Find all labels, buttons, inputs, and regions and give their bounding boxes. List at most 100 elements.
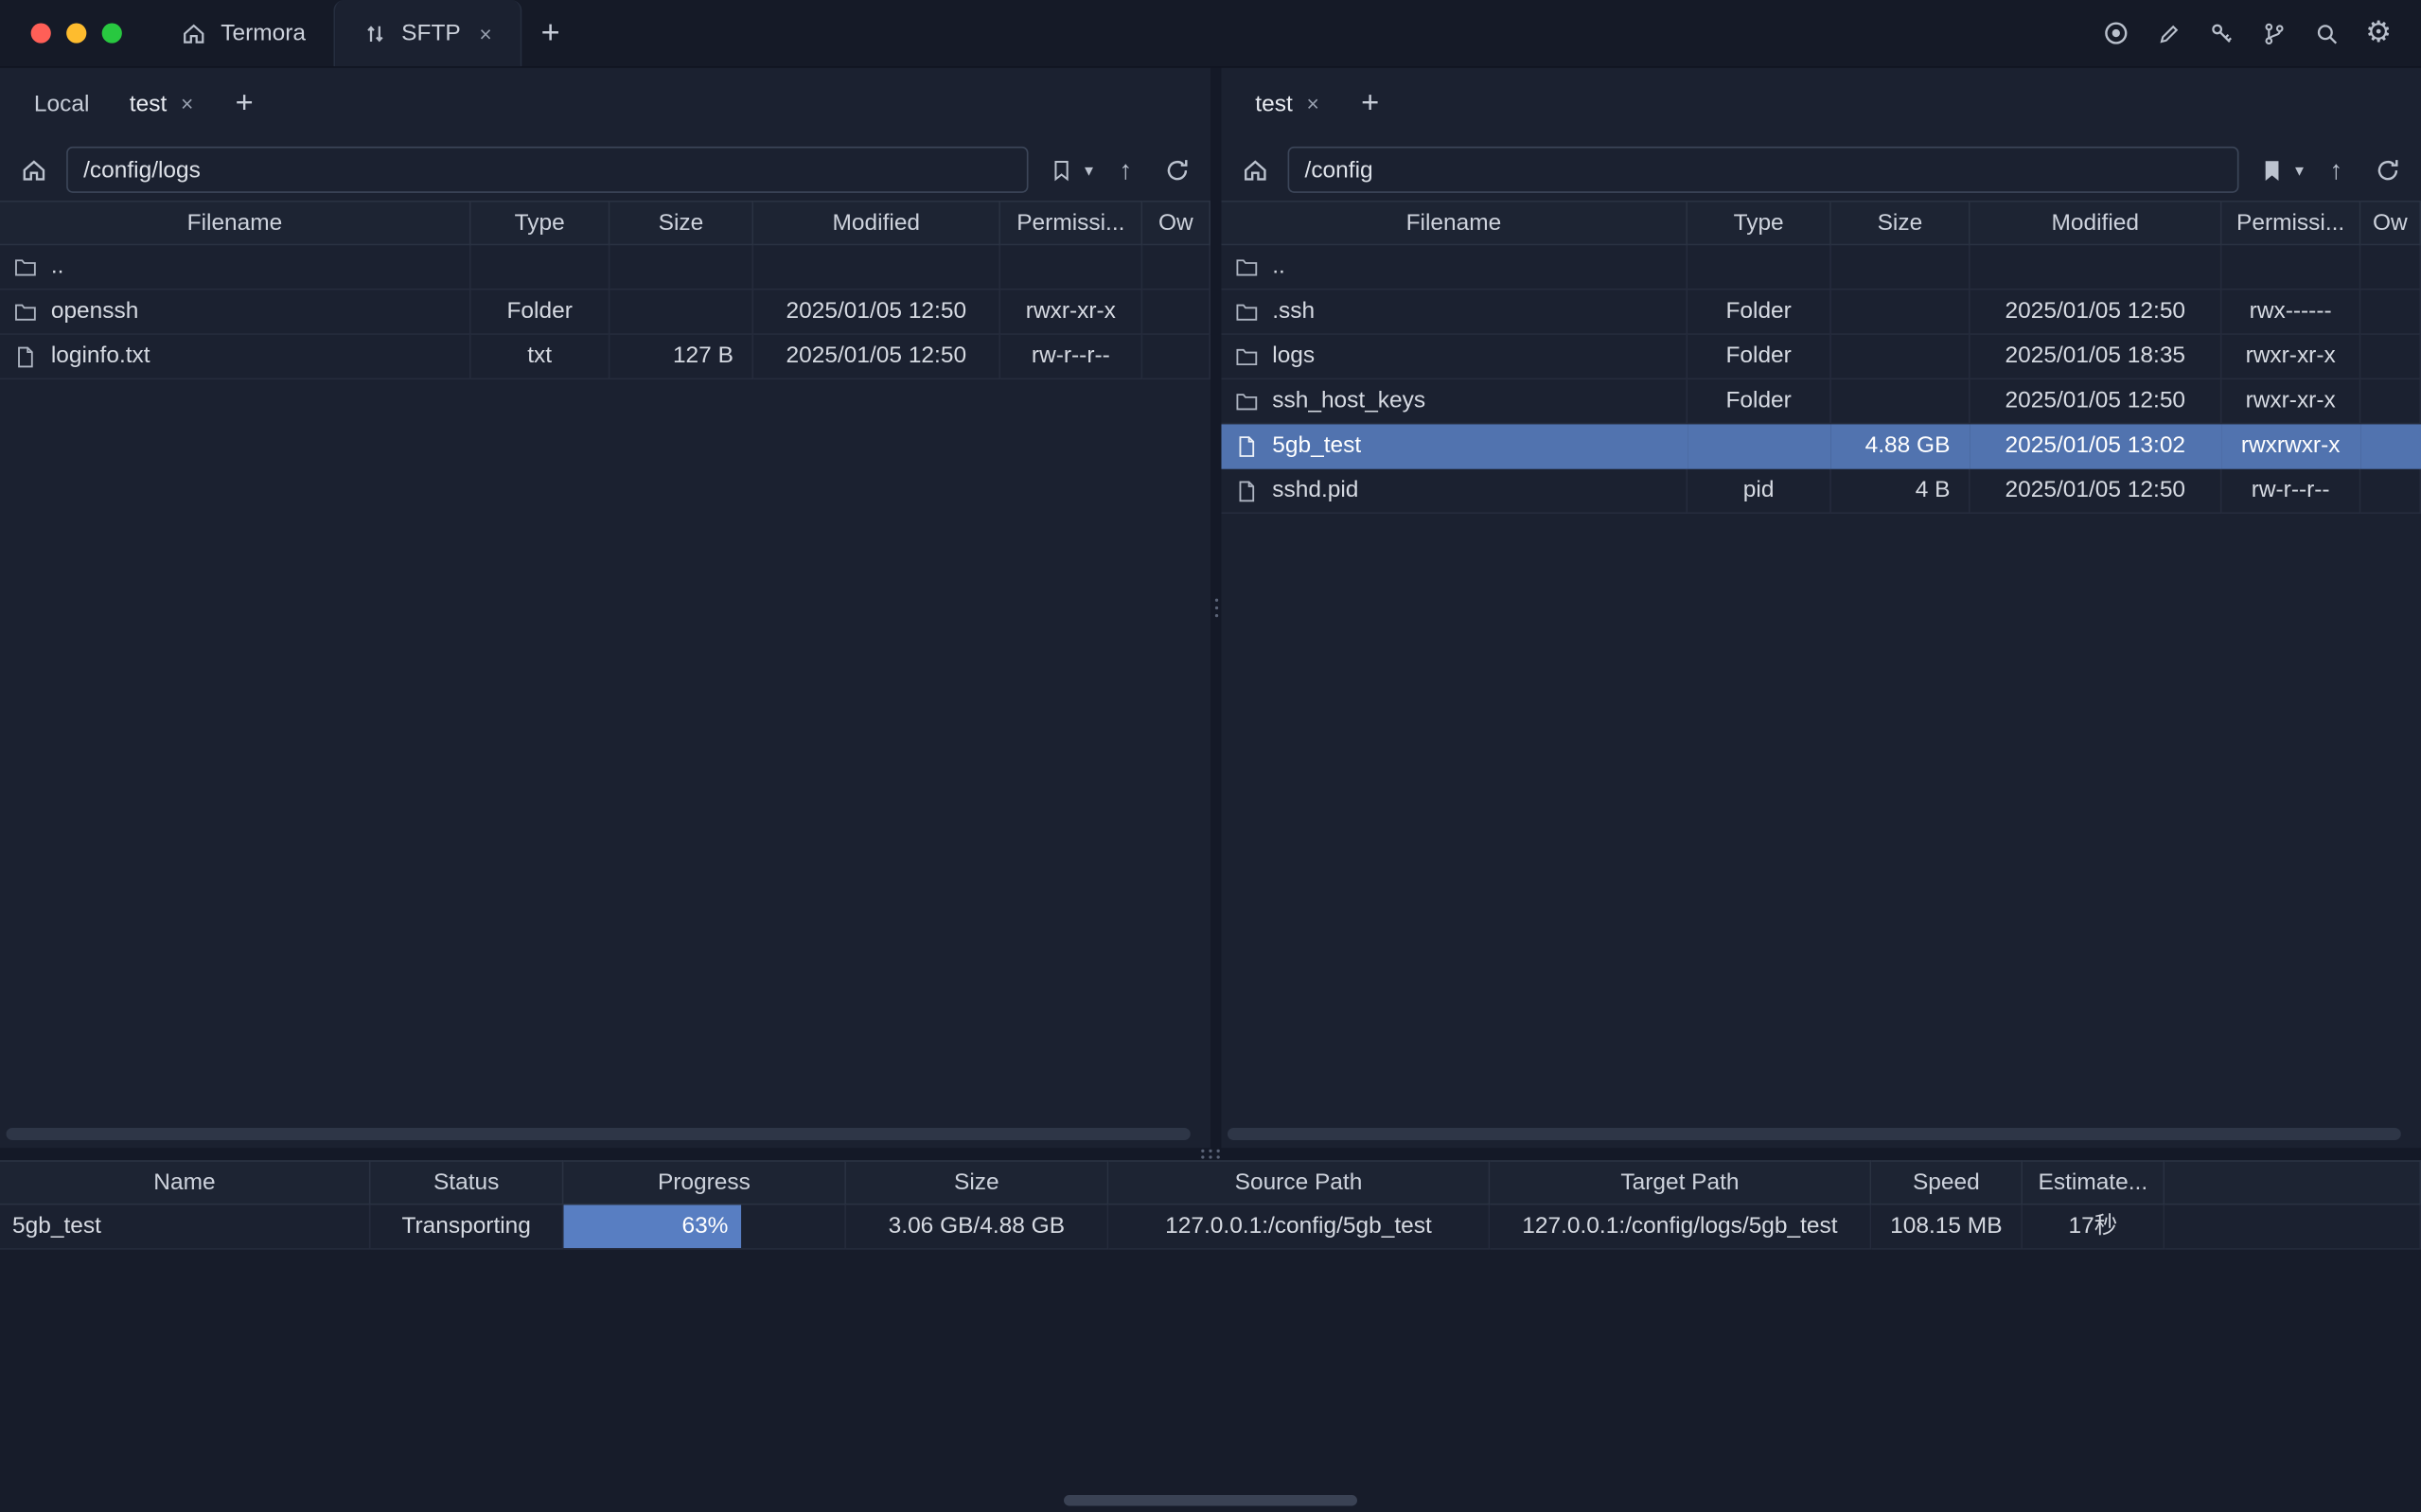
add-panel-tab-button[interactable]: +	[221, 80, 268, 127]
file-row[interactable]: ..	[1221, 245, 2421, 290]
home-icon[interactable]	[15, 151, 52, 188]
window-controls	[0, 0, 153, 66]
refresh-icon[interactable]	[1158, 151, 1195, 188]
column-header-speed[interactable]: Speed	[1871, 1160, 2023, 1204]
home-icon[interactable]	[1237, 151, 1274, 188]
close-tab-icon[interactable]: ×	[479, 21, 491, 45]
main-split: Local test × + ▾ ↑	[0, 68, 2421, 1148]
file-row[interactable]: ssh_host_keys Folder 2025/01/05 12:50 rw…	[1221, 379, 2421, 424]
filename-label: ..	[51, 245, 64, 289]
file-row-selected[interactable]: 5gb_test 4.88 GB 2025/01/05 13:02 rwxrwx…	[1221, 424, 2421, 468]
titlebar-actions: ⚙	[2095, 0, 2421, 66]
bookmark-filled-icon[interactable]	[2253, 151, 2290, 188]
zoom-window-button[interactable]	[102, 23, 122, 43]
panel-tab-bar: test × +	[1221, 68, 2421, 139]
column-header-type[interactable]: Type	[1688, 201, 1831, 245]
transfer-arrows-icon	[362, 21, 387, 45]
table-header-row: Filename Type Size Modified Permissi... …	[1221, 201, 2421, 245]
horizontal-scrollbar[interactable]	[7, 1128, 1191, 1140]
git-branch-icon[interactable]	[2253, 12, 2294, 54]
cell-permissions: rwxrwxr-x	[2222, 424, 2361, 468]
column-header-size[interactable]: Size	[846, 1160, 1108, 1204]
column-header-owner[interactable]: Ow	[2360, 201, 2421, 245]
cell-permissions: rw-r--r--	[2222, 469, 2361, 514]
cell-owner	[2360, 335, 2421, 379]
parent-directory-button[interactable]: ↑	[2318, 151, 2355, 188]
column-header-source-path[interactable]: Source Path	[1108, 1160, 1490, 1204]
folder-icon	[1235, 300, 1258, 323]
cell-modified: 2025/01/05 12:50	[1970, 469, 2222, 514]
cell-type: Folder	[1688, 379, 1831, 424]
horizontal-splitter[interactable]	[0, 1148, 2421, 1160]
parent-directory-button[interactable]: ↑	[1107, 151, 1144, 188]
filename-label: ssh_host_keys	[1272, 379, 1425, 423]
column-header-target-path[interactable]: Target Path	[1490, 1160, 1871, 1204]
folder-icon	[14, 255, 37, 278]
column-header-size[interactable]: Size	[1831, 201, 1970, 245]
transfer-panel: Name Status Progress Size Source Path Ta…	[0, 1160, 2421, 1512]
column-header-type[interactable]: Type	[471, 201, 610, 245]
cell-modified: 2025/01/05 13:02	[1970, 424, 2222, 468]
cell-filename: ..	[1221, 245, 1688, 290]
file-row[interactable]: .ssh Folder 2025/01/05 12:50 rwx------	[1221, 290, 2421, 335]
column-header-permissions[interactable]: Permissi...	[2222, 201, 2361, 245]
horizontal-scrollbar[interactable]	[1228, 1128, 2401, 1140]
file-row[interactable]: loginfo.txt txt 127 B 2025/01/05 12:50 r…	[0, 335, 1210, 379]
horizontal-scrollbar[interactable]	[1064, 1495, 1357, 1505]
cell-permissions: rw-r--r--	[1000, 335, 1142, 379]
column-header-owner[interactable]: Ow	[1142, 201, 1210, 245]
path-input[interactable]	[66, 147, 1029, 193]
file-icon	[14, 344, 37, 367]
column-header-status[interactable]: Status	[371, 1160, 564, 1204]
bookmark-dropdown-caret[interactable]: ▾	[2295, 160, 2304, 180]
file-row[interactable]: openssh Folder 2025/01/05 12:50 rwxr-xr-…	[0, 290, 1210, 335]
tab-sftp[interactable]: SFTP ×	[333, 0, 521, 66]
file-row[interactable]: sshd.pid pid 4 B 2025/01/05 12:50 rw-r--…	[1221, 469, 2421, 514]
file-row[interactable]: ..	[0, 245, 1210, 290]
transfer-row[interactable]: 5gb_test Transporting 63% 3.06 GB/4.88 G…	[0, 1205, 2421, 1250]
cell-target-path: 127.0.0.1:/config/logs/5gb_test	[1490, 1205, 1871, 1250]
path-input[interactable]	[1288, 147, 2240, 193]
panel-tab-test[interactable]: test ×	[111, 81, 212, 126]
cell-modified	[753, 245, 1000, 290]
edit-icon[interactable]	[2147, 12, 2189, 54]
minimize-window-button[interactable]	[66, 23, 86, 43]
bookmark-dropdown-caret[interactable]: ▾	[1085, 160, 1093, 180]
close-tab-icon[interactable]: ×	[181, 91, 193, 115]
cell-owner	[1142, 290, 1210, 335]
home-icon	[181, 20, 207, 46]
column-header-modified[interactable]: Modified	[1970, 201, 2222, 245]
column-header-modified[interactable]: Modified	[753, 201, 1000, 245]
bookmark-icon[interactable]	[1043, 151, 1080, 188]
add-panel-tab-button[interactable]: +	[1347, 80, 1393, 127]
file-row[interactable]: logs Folder 2025/01/05 18:35 rwxr-xr-x	[1221, 335, 2421, 379]
vertical-splitter[interactable]	[1210, 68, 1221, 1148]
column-header-progress[interactable]: Progress	[563, 1160, 846, 1204]
key-icon[interactable]	[2200, 12, 2242, 54]
new-tab-button[interactable]: +	[521, 0, 580, 66]
close-window-button[interactable]	[31, 23, 51, 43]
refresh-icon[interactable]	[2369, 151, 2406, 188]
search-icon[interactable]	[2306, 12, 2347, 54]
panel-tab-test[interactable]: test ×	[1237, 81, 1338, 126]
cell-size	[1831, 290, 1970, 335]
cell-type: Folder	[1688, 335, 1831, 379]
cell-filename: openssh	[0, 290, 471, 335]
close-tab-icon[interactable]: ×	[1306, 91, 1318, 115]
tab-label: test	[1255, 90, 1292, 116]
column-header-estimate[interactable]: Estimate...	[2023, 1160, 2165, 1204]
panel-tab-local[interactable]: Local	[15, 81, 108, 126]
column-header-size[interactable]: Size	[610, 201, 753, 245]
column-header-filename[interactable]: Filename	[1221, 201, 1688, 245]
cell-modified: 2025/01/05 12:50	[1970, 379, 2222, 424]
transfer-progress-bar: 63%	[563, 1205, 846, 1250]
column-header-filler	[2165, 1160, 2421, 1204]
settings-icon[interactable]: ⚙	[2358, 12, 2399, 54]
tab-termora[interactable]: Termora	[153, 0, 334, 66]
transfer-header-row: Name Status Progress Size Source Path Ta…	[0, 1160, 2421, 1204]
record-icon[interactable]	[2095, 12, 2137, 54]
cell-size: 127 B	[610, 335, 753, 379]
column-header-permissions[interactable]: Permissi...	[1000, 201, 1142, 245]
column-header-name[interactable]: Name	[0, 1160, 371, 1204]
column-header-filename[interactable]: Filename	[0, 201, 471, 245]
